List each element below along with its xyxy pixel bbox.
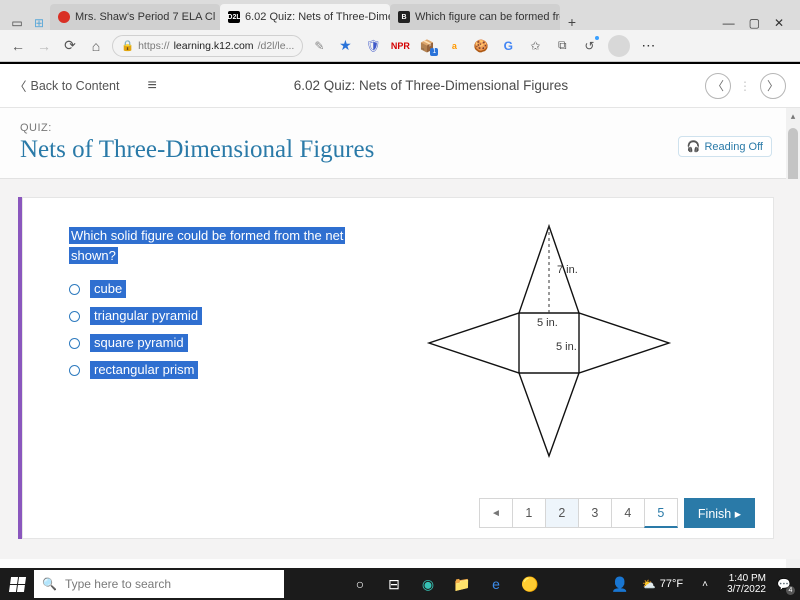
option-triangular-pyramid[interactable]: triangular pyramid [69, 307, 399, 325]
svg-text:5 in.: 5 in. [537, 317, 558, 329]
weather-widget[interactable]: ⛅ 77°F [642, 578, 683, 591]
extension-npr-icon[interactable]: NPR [392, 38, 408, 54]
hamburger-menu-icon[interactable]: ≡ [147, 77, 156, 95]
weather-icon: ⛅ [642, 578, 656, 591]
clock-date: 3/7/2022 [727, 584, 766, 595]
option-square-pyramid[interactable]: square pyramid [69, 334, 399, 352]
extension-google-icon[interactable]: G [500, 38, 516, 54]
reading-toggle[interactable]: 🎧 Reading Off [678, 136, 772, 157]
next-page-button[interactable]: 〉 [760, 73, 786, 99]
chrome-icon[interactable]: 🟡 [516, 570, 544, 598]
pager-page-2[interactable]: 2 [545, 498, 579, 528]
headphones-icon: 🎧 [687, 140, 701, 153]
lock-icon: 🔒 [121, 39, 134, 52]
favorites-button[interactable]: ✩ [527, 38, 543, 54]
quiz-pager: ◄ 1 2 3 4 5 Finish ▸ [479, 498, 755, 528]
weather-temp: 77°F [660, 578, 683, 590]
pager-page-4[interactable]: 4 [611, 498, 645, 528]
scroll-up-icon[interactable]: ▴ [788, 111, 798, 122]
chevron-left-icon: 〈 [14, 76, 27, 95]
vertical-tabs-icon[interactable]: ⊞ [32, 16, 46, 30]
pager-page-5[interactable]: 5 [644, 498, 678, 528]
refresh-button[interactable]: ⟳ [60, 36, 80, 56]
new-tab-button[interactable]: + [560, 14, 584, 30]
window-close-button[interactable]: ✕ [774, 16, 784, 30]
taskbar-search-input[interactable]: 🔍 Type here to search [34, 570, 284, 598]
pager-page-3[interactable]: 3 [578, 498, 612, 528]
edge-icon[interactable]: ◉ [414, 570, 442, 598]
url-host: learning.k12.com [174, 40, 254, 52]
people-icon[interactable]: 👤 [606, 570, 634, 598]
extension-amazon-icon[interactable]: a [446, 38, 462, 54]
favorite-star-icon[interactable]: ★ [335, 36, 355, 56]
collections-button[interactable]: ⧉ [554, 38, 570, 54]
window-restore-button[interactable]: ▢ [749, 16, 760, 30]
profile-avatar[interactable] [608, 35, 630, 57]
back-to-content-link[interactable]: 〈 Back to Content [14, 76, 119, 95]
option-cube[interactable]: cube [69, 280, 399, 298]
clock-time: 1:40 PM [727, 573, 766, 584]
option-rectangular-prism[interactable]: rectangular prism [69, 361, 399, 379]
home-button[interactable]: ⌂ [86, 36, 106, 56]
back-label: Back to Content [31, 79, 120, 93]
tray-chevron-icon[interactable]: ˄ [691, 570, 719, 598]
tab-title: Which figure can be formed fro [415, 11, 560, 23]
finish-button[interactable]: Finish ▸ [684, 498, 755, 528]
tab-title: Mrs. Shaw's Period 7 ELA Cl [75, 11, 215, 23]
address-bar[interactable]: 🔒 https:// learning.k12.com/d2l/le... [112, 35, 303, 57]
page-header-title: 6.02 Quiz: Nets of Three-Dimensional Fig… [157, 78, 705, 93]
browser-menu-button[interactable]: ⋯ [641, 37, 656, 54]
start-button[interactable] [0, 568, 34, 600]
option-label: rectangular prism [90, 361, 198, 379]
window-minimize-button[interactable]: — [723, 16, 735, 30]
search-in-page-icon[interactable]: ✎ [309, 36, 329, 56]
option-label: square pyramid [90, 334, 188, 352]
url-path: /d2l/le... [258, 40, 295, 52]
favicon-icon [58, 11, 70, 23]
extension-package-icon[interactable]: 📦 [419, 38, 435, 54]
browser-tab-2[interactable]: D2L 6.02 Quiz: Nets of Three-Dimens ✕ [220, 4, 390, 30]
extension-cookie-icon[interactable]: 🍪 [473, 38, 489, 54]
search-placeholder: Type here to search [65, 577, 171, 591]
back-button[interactable]: ← [8, 36, 28, 56]
page-nav-dots: ⋮ [739, 79, 752, 93]
option-label: triangular pyramid [90, 307, 202, 325]
edge-legacy-icon[interactable]: e [482, 570, 510, 598]
url-prefix: https:// [138, 40, 170, 52]
prev-page-button[interactable]: 〈 [705, 73, 731, 99]
pager-page-1[interactable]: 1 [512, 498, 546, 528]
task-view-icon[interactable]: ⊟ [380, 570, 408, 598]
pager-prev-button[interactable]: ◄ [479, 498, 513, 528]
cortana-icon[interactable]: ○ [346, 570, 374, 598]
svg-text:5 in.: 5 in. [556, 341, 577, 353]
radio-button[interactable] [69, 284, 80, 295]
notifications-icon[interactable]: 💬 [774, 574, 794, 594]
favicon-icon: D2L [228, 11, 240, 23]
browser-tab-3[interactable]: B Which figure can be formed fro ✕ [390, 4, 560, 30]
file-explorer-icon[interactable]: 📁 [448, 570, 476, 598]
net-figure: 7 in. 5 in. 5 in. [409, 226, 753, 456]
content-subtitle: QUIZ: [20, 122, 776, 134]
search-icon: 🔍 [42, 577, 57, 591]
extension-shield-icon[interactable]: 🛡 [365, 38, 381, 54]
svg-text:7 in.: 7 in. [557, 264, 578, 276]
system-clock[interactable]: 1:40 PM 3/7/2022 [727, 573, 766, 595]
content-title: Nets of Three-Dimensional Figures [20, 136, 776, 164]
windows-logo-icon [8, 577, 25, 592]
option-label: cube [90, 280, 126, 298]
tab-title: 6.02 Quiz: Nets of Three-Dimens [245, 11, 390, 23]
radio-button[interactable] [69, 311, 80, 322]
tab-actions-icon[interactable]: ▭ [10, 16, 24, 30]
radio-button[interactable] [69, 338, 80, 349]
browser-tab-1[interactable]: Mrs. Shaw's Period 7 ELA Cl ✕ [50, 4, 220, 30]
question-text: Which solid figure could be formed from … [69, 226, 399, 266]
reading-label: Reading Off [704, 141, 763, 153]
forward-button[interactable]: → [34, 36, 54, 56]
sync-icon[interactable]: ↺ [581, 38, 597, 54]
radio-button[interactable] [69, 365, 80, 376]
favicon-icon: B [398, 11, 410, 23]
quiz-card: Which solid figure could be formed from … [22, 197, 774, 539]
